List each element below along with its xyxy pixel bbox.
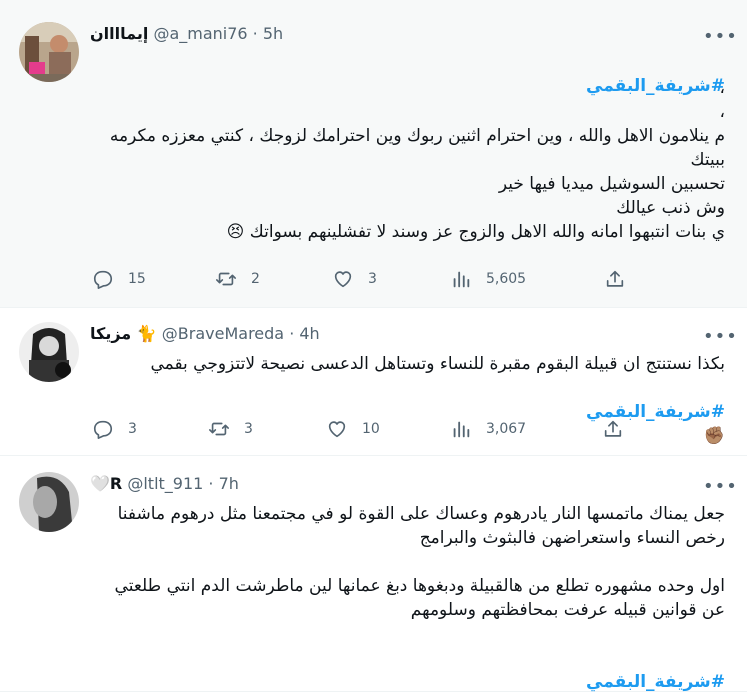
user-handle[interactable]: @a_mani76 [153,24,247,43]
tweet-text: جعل يمناك ماتمسها النار يادرهوم وعساك عل… [114,504,725,620]
user-handle[interactable]: @ltlt_911 [127,474,203,493]
views-button[interactable]: 3,067 [450,418,526,440]
share-icon [604,420,622,437]
heart-icon [334,271,352,288]
avatar[interactable] [19,472,79,532]
user-handle[interactable]: @BraveMareda [162,324,284,343]
timestamp[interactable]: 7h [219,474,239,493]
views-button[interactable]: 5,605 [450,268,526,290]
tweet-header: مزيكا 🐈 @BraveMareda · 4h [90,324,687,348]
share-button[interactable] [604,268,626,290]
action-bar: 3 3 10 3,067 [92,418,637,440]
views-icon [453,421,470,438]
reply-icon [93,270,113,289]
tweet-hashtag-line: #شريفة_البقمي [90,646,725,694]
reply-count: 3 [128,421,137,437]
retweet-count: 3 [244,421,253,437]
retweet-icon [209,422,229,436]
tweet-text: بكذا نستنتج ان قبيلة البقوم مقبرة للنساء… [150,354,725,374]
tweet-2[interactable]: مزيكا 🐈 @BraveMareda · 4h ••• بكذا نستنت… [0,308,747,456]
separator-dot: · [208,474,214,493]
reply-count: 15 [128,271,146,287]
avatar[interactable] [19,22,79,82]
tweet-header: 🤍R @ltlt_911 · 7h [90,474,687,498]
retweet-button[interactable]: 3 [208,418,253,440]
avatar[interactable] [19,322,79,382]
tweet-header: إيماااان @a_mani76 · 5h [90,24,687,48]
timestamp[interactable]: 4h [299,324,319,343]
heart-icon [328,421,346,438]
tweet-3[interactable]: 🤍R @ltlt_911 · 7h ••• جعل يمناك ماتمسها … [0,456,747,692]
views-count: 3,067 [486,421,527,437]
reply-button[interactable]: 15 [92,268,146,290]
more-icon[interactable]: ••• [703,326,737,347]
more-icon[interactable]: ••• [703,26,737,47]
separator-dot: · [252,24,258,43]
views-icon [453,271,470,288]
retweet-button[interactable]: 2 [215,268,260,290]
display-name[interactable]: 🤍R [90,474,122,493]
timestamp[interactable]: 5h [263,24,283,43]
retweet-icon [216,272,236,286]
like-button[interactable]: 10 [326,418,380,440]
like-count: 10 [362,421,380,437]
tweet-1[interactable]: إيماااان @a_mani76 · 5h ••• #شريفة_البقم… [0,0,747,308]
display-name[interactable]: مزيكا 🐈 [90,324,157,343]
reply-icon [93,420,113,439]
like-count: 3 [368,271,377,287]
reply-button[interactable]: 3 [92,418,137,440]
retweet-count: 2 [251,271,260,287]
like-button[interactable]: 3 [332,268,377,290]
fist-emoji: ✊🏽 [703,426,725,446]
share-icon [606,270,624,287]
action-bar: 15 2 3 5,605 [92,268,637,290]
more-icon[interactable]: ••• [703,476,737,497]
views-count: 5,605 [486,271,527,287]
tweet-text: ، ، م ينلامون الاهل والله ، وين احترام ا… [109,78,725,242]
separator-dot: · [289,324,295,343]
hashtag-link[interactable]: #شريفة_البقمي [586,672,725,692]
share-button[interactable] [602,418,624,440]
display-name[interactable]: إيماااان [90,24,148,43]
